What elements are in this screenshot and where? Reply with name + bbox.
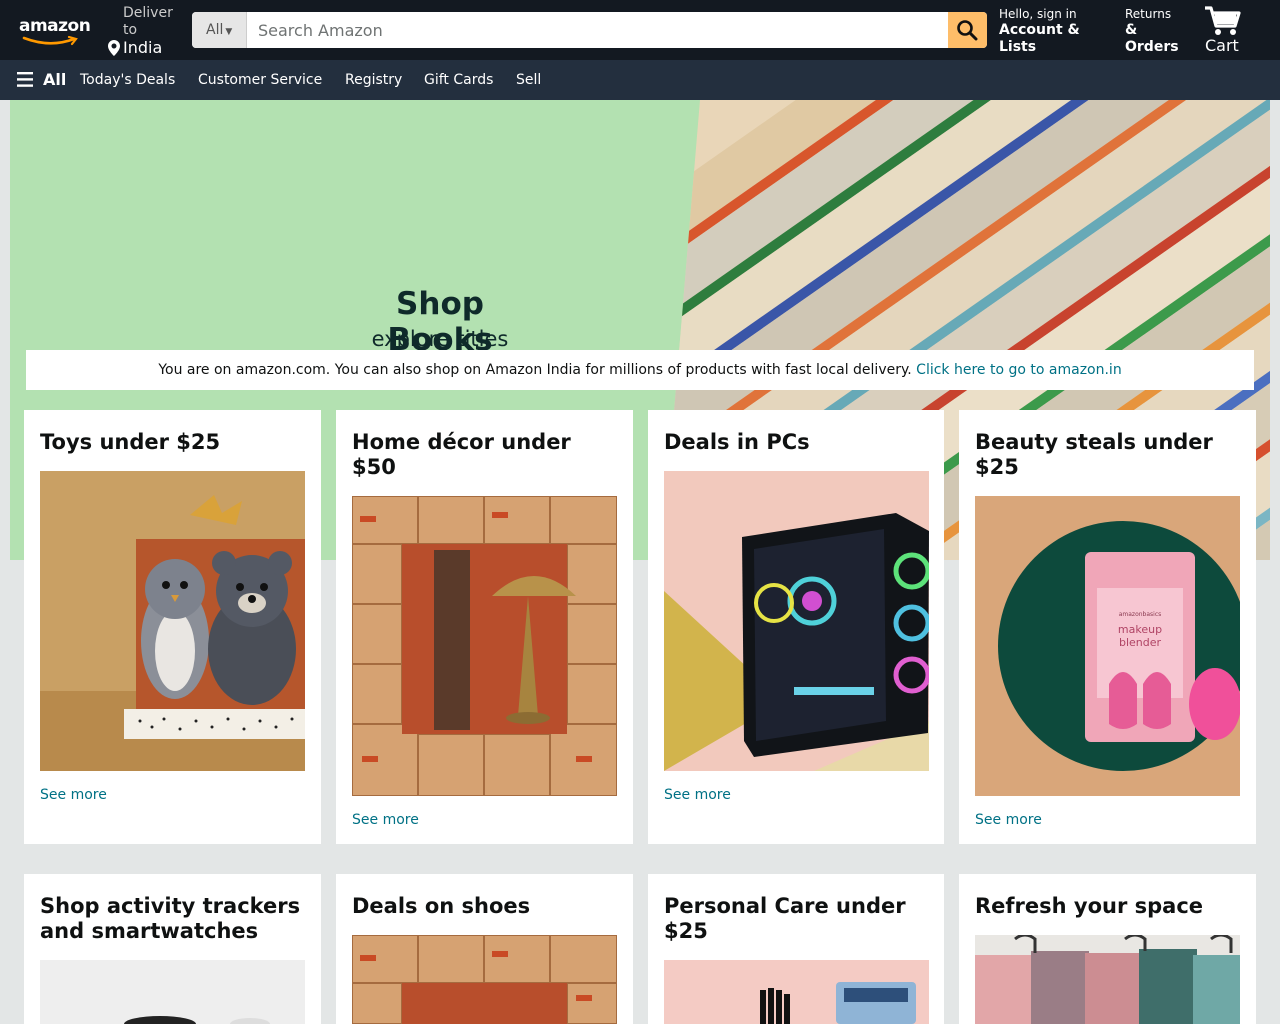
search-input[interactable] <box>248 12 948 48</box>
account-greeting: Hello, sign in <box>999 7 1077 21</box>
card-beauty: Beauty steals under $25 amazonbasics mak… <box>959 410 1256 844</box>
smartwatch-image <box>40 960 305 1024</box>
toothbrush-image <box>664 960 929 1024</box>
hero-subtitle: explore titles <box>371 327 509 351</box>
go-to-amazon-in-link[interactable]: Click here to go to amazon.in <box>916 362 1122 378</box>
search-bar: All ▼ <box>192 12 987 48</box>
card-title: Deals on shoes <box>352 894 531 918</box>
search-icon <box>957 20 978 41</box>
cart-icon <box>1205 6 1241 35</box>
account-lists-label: Account & Lists <box>999 22 1080 55</box>
card-title: Refresh your space <box>975 894 1204 918</box>
deliver-to[interactable]: Deliver to India <box>106 2 186 58</box>
card-activity-trackers: Shop activity trackers and smartwatches <box>24 874 321 1024</box>
locale-notice: You are on amazon.com. You can also shop… <box>26 350 1254 390</box>
location-pin-icon <box>108 40 120 56</box>
pc-image[interactable] <box>664 471 929 771</box>
card-home-decor: Home décor under $50 See more <box>336 410 633 844</box>
cart-button[interactable]: Cart <box>1203 4 1273 58</box>
card-title: Shop activity trackers and smartwatches <box>40 894 301 943</box>
account-and-lists[interactable]: Hello, sign in Account & Lists <box>999 6 1109 56</box>
search-button[interactable] <box>948 12 987 48</box>
toys-image[interactable] <box>40 471 305 771</box>
shoe-boxes-image <box>352 935 617 1024</box>
amazon-logo[interactable]: amazon <box>12 10 91 50</box>
returns-and-orders[interactable]: Returns & Orders <box>1125 6 1195 56</box>
card-shoes: Deals on shoes <box>336 874 633 1024</box>
card-personal-care: Personal Care under $25 <box>648 874 944 1024</box>
logo-text: amazon <box>19 16 91 36</box>
card-title: Personal Care under $25 <box>664 894 906 943</box>
trackers-image[interactable] <box>40 960 305 1024</box>
beauty-image[interactable]: amazonbasics makeup blender <box>975 496 1240 796</box>
see-more-link[interactable]: See more <box>664 787 731 803</box>
refresh-space-image[interactable] <box>975 935 1240 1024</box>
makeup-line2-text: blender <box>1119 636 1162 649</box>
card-title: Toys under $25 <box>40 430 221 454</box>
makeup-line1-text: makeup <box>1118 623 1162 636</box>
orders-label: & Orders <box>1125 22 1179 55</box>
nav-sell[interactable]: Sell <box>516 71 541 89</box>
amazon-smile-icon <box>22 36 78 46</box>
personal-care-image[interactable] <box>664 960 929 1024</box>
card-title: Deals in PCs <box>664 430 810 454</box>
towels-image <box>975 935 1240 1024</box>
nav-registry[interactable]: Registry <box>345 71 402 89</box>
nav-todays-deals[interactable]: Today's Deals <box>80 71 175 89</box>
shoes-image[interactable] <box>352 935 617 1024</box>
gaming-pc-image <box>664 471 929 771</box>
returns-label: Returns <box>1125 7 1172 21</box>
lamp-boxes-image <box>352 496 617 796</box>
see-more-link[interactable]: See more <box>352 812 419 828</box>
card-pcs: Deals in PCs See more <box>648 410 944 844</box>
hamburger-icon[interactable] <box>17 72 33 87</box>
see-more-link[interactable]: See more <box>975 812 1042 828</box>
makeup-blender-image: amazonbasics makeup blender <box>975 496 1240 796</box>
nav-belt: amazon Deliver to India All▼ Hello, sign… <box>0 0 1280 60</box>
home-decor-image[interactable] <box>352 496 617 796</box>
search-category-label: All <box>206 22 224 38</box>
see-more-link[interactable]: See more <box>40 787 107 803</box>
card-refresh-space: Refresh your space <box>959 874 1256 1024</box>
search-category-dropdown[interactable]: All ▼ <box>192 12 247 48</box>
cart-label: Cart <box>1205 36 1239 55</box>
nav-customer-service[interactable]: Customer Service <box>198 71 322 89</box>
card-toys: Toys under $25 See more <box>24 410 321 844</box>
card-title: Home décor under $50 <box>352 430 571 479</box>
locale-notice-text: You are on amazon.com. You can also shop… <box>158 362 912 378</box>
all-menu-button[interactable]: All <box>43 70 66 89</box>
sub-nav: All Today's Deals Customer Service Regis… <box>0 60 1280 100</box>
deliver-to-label: Deliver to <box>123 5 173 38</box>
nav-gift-cards[interactable]: Gift Cards <box>424 71 493 89</box>
caret-down-icon: ▼ <box>225 27 233 37</box>
makeup-brand-text: amazonbasics <box>1119 611 1162 618</box>
card-title: Beauty steals under $25 <box>975 430 1213 479</box>
plush-toys-image <box>40 471 305 771</box>
deliver-location: India <box>123 38 163 57</box>
